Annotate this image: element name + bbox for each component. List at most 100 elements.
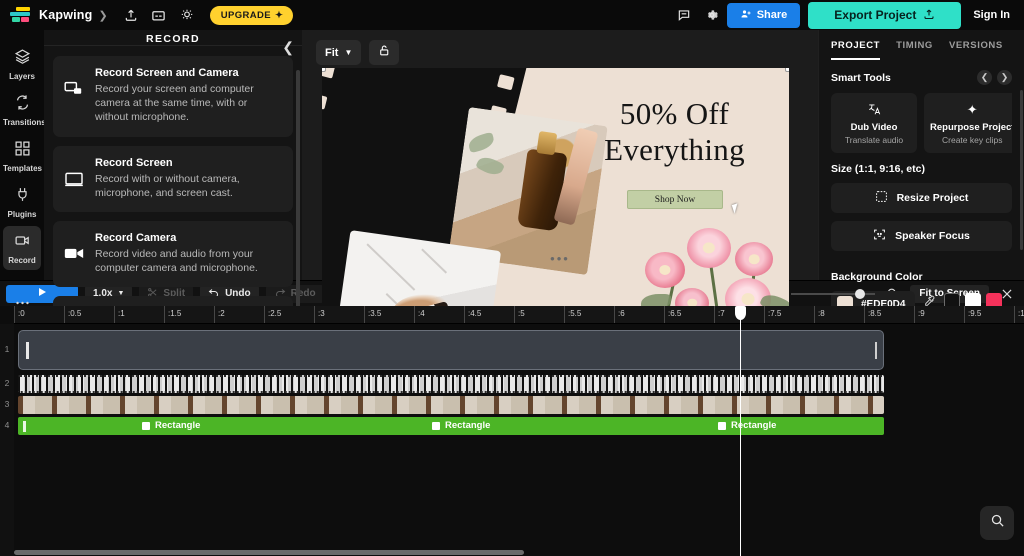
rectangle-shape-icon: [718, 421, 726, 430]
tab-timing[interactable]: TIMING: [896, 40, 933, 60]
comment-icon[interactable]: [671, 4, 697, 26]
clip-label-text: Rectangle: [155, 420, 201, 431]
shop-now-button[interactable]: Shop Now: [627, 190, 723, 209]
card-title: Record Screen and Camera: [95, 67, 239, 79]
rectangle-shape-icon: [142, 421, 150, 430]
captions-icon[interactable]: [146, 4, 172, 26]
carousel-prev-button[interactable]: ❮: [977, 70, 992, 85]
record-camera-card[interactable]: Record Camera Record video and audio fro…: [53, 220, 293, 288]
face-focus-icon: [873, 228, 886, 244]
fit-label: Fit: [325, 46, 339, 59]
speaker-focus-label: Speaker Focus: [895, 230, 970, 242]
sidebar-item-layers[interactable]: Layers: [3, 42, 41, 86]
transitions-icon: [14, 95, 31, 115]
upgrade-label: UPGRADE: [220, 9, 272, 21]
size-section: Size (1:1, 9:16, etc) Resize Project Spe…: [819, 153, 1024, 251]
ruler-tick: :2: [214, 306, 225, 323]
upload-icon[interactable]: [118, 4, 144, 26]
timeline-playhead[interactable]: [735, 306, 746, 556]
clip-label-rectangle: Rectangle: [142, 420, 200, 431]
sidebar-item-record[interactable]: Record: [3, 226, 41, 270]
zoom-slider-knob[interactable]: [855, 288, 866, 299]
record-screen-and-camera-card[interactable]: Record Screen and Camera Record your scr…: [53, 56, 293, 137]
resize-project-button[interactable]: Resize Project: [831, 183, 1012, 213]
ruler-tick: :6.5: [664, 306, 681, 323]
timeline-search-button[interactable]: [980, 506, 1014, 540]
sign-in-button[interactable]: Sign In: [973, 9, 1010, 21]
speaker-focus-button[interactable]: Speaker Focus: [831, 221, 1012, 251]
zoom-slider-track[interactable]: [791, 288, 876, 299]
timeline-ruler[interactable]: :0 :0.5 :1 :1.5 :2 :2.5 :3 :3.5 :4 :4.5 …: [14, 306, 1024, 324]
playhead-grip[interactable]: [735, 306, 746, 320]
rectangle-shape-icon: [432, 421, 440, 430]
tab-versions[interactable]: VERSIONS: [949, 40, 1003, 60]
size-title: Size (1:1, 9:16, etc): [831, 163, 925, 175]
record-panel: RECORD ❮ Record Screen and Camera Record…: [44, 30, 302, 370]
clip-label-text: Rectangle: [445, 420, 491, 431]
share-person-icon: [740, 8, 752, 23]
ruler-tick: :1.5: [164, 306, 181, 323]
timeline-clip-track-3[interactable]: [18, 396, 884, 414]
video-canvas[interactable]: 50% Off Everything Shop Now typehereyour…: [322, 68, 789, 330]
lightbulb-icon[interactable]: [174, 4, 200, 26]
upgrade-button[interactable]: UPGRADE ✦: [209, 5, 294, 25]
timeline-clip-track-1[interactable]: [18, 330, 884, 370]
share-label: Share: [756, 9, 788, 21]
sidebar-item-plugins[interactable]: Plugins: [3, 180, 41, 224]
timeline-clip-track-2[interactable]: [18, 375, 884, 393]
track-number: 2: [4, 378, 10, 388]
track-number: 1: [4, 344, 10, 354]
carousel-next-button[interactable]: ❯: [997, 70, 1012, 85]
ruler-tick: :0.5: [64, 306, 81, 323]
sidebar-item-label: Plugins: [7, 210, 37, 219]
track-number: 3: [4, 399, 10, 409]
chevron-left-icon[interactable]: ❮: [282, 39, 294, 56]
export-project-button[interactable]: Export Project: [808, 1, 962, 29]
ruler-tick: :6: [614, 306, 625, 323]
sidebar-item-label: Record: [8, 256, 36, 265]
headline-line-1: 50% Off: [619, 96, 730, 131]
sparkle-icon: ✦: [966, 102, 978, 117]
sidebar-item-templates[interactable]: Templates: [3, 134, 42, 178]
repurpose-project-card[interactable]: ✦ Repurpose Project Create key clips: [924, 93, 1012, 153]
record-screen-card[interactable]: Record Screen Record with or without cam…: [53, 145, 293, 212]
resize-label: Resize Project: [896, 192, 969, 204]
tool-subtitle: Create key clips: [942, 135, 1003, 145]
timeline-horizontal-scrollbar[interactable]: [14, 550, 524, 555]
kapwing-logo-icon[interactable]: [10, 7, 32, 23]
headline-line-2: Everything: [604, 131, 745, 167]
right-panel-tabs: PROJECT TIMING VERSIONS: [819, 30, 1024, 60]
tab-project[interactable]: PROJECT: [831, 40, 881, 60]
sidebar-item-transitions[interactable]: Transitions: [3, 88, 46, 132]
stage-toolbar: Fit ▼: [316, 40, 400, 65]
clip-label-rectangle: Rectangle: [718, 420, 776, 431]
canvas-headline[interactable]: 50% Off Everything: [567, 96, 782, 168]
ruler-tick: :4: [414, 306, 425, 323]
timeline: :0 :0.5 :1 :1.5 :2 :2.5 :3 :3.5 :4 :4.5 …: [0, 306, 1024, 556]
unlock-icon: [378, 44, 391, 62]
brand-name[interactable]: Kapwing: [39, 8, 92, 22]
canvas-resize-handle[interactable]: •••: [550, 251, 570, 266]
ruler-tick: :0: [14, 306, 25, 323]
ruler-tick: :7.5: [764, 306, 781, 323]
gear-icon[interactable]: [699, 4, 725, 26]
canvas-wrapper[interactable]: 50% Off Everything Shop Now typehereyour…: [322, 68, 789, 330]
chevron-right-icon[interactable]: ❯: [98, 9, 107, 22]
templates-icon: [14, 141, 31, 161]
ruler-tick: :4.5: [464, 306, 481, 323]
zoom-fit-dropdown[interactable]: Fit ▼: [316, 40, 362, 65]
card-title: Record Screen: [95, 156, 173, 169]
ruler-tick: :9: [914, 306, 925, 323]
track-number: 4: [4, 420, 10, 430]
timeline-clip-track-4[interactable]: Rectangle Rectangle Rectangle: [18, 417, 884, 435]
kapwing-editor: Kapwing ❯ UPGRADE ✦ Share Export Project…: [0, 0, 1024, 556]
unlock-button[interactable]: [369, 40, 400, 65]
ruler-tick: :3.5: [364, 306, 381, 323]
right-panel-scrollbar[interactable]: [1020, 90, 1023, 250]
dub-video-card[interactable]: Dub Video Translate audio: [831, 93, 917, 153]
smart-tools-section: Smart Tools ❮ ❯ Dub Video Translate audi…: [819, 60, 1024, 153]
share-button[interactable]: Share: [726, 2, 801, 28]
editor-body: Layers Transitions Templates Plugins Rec…: [0, 30, 1024, 391]
sparkle-icon: ✦: [275, 9, 284, 21]
card-title: Record Camera: [95, 231, 177, 244]
